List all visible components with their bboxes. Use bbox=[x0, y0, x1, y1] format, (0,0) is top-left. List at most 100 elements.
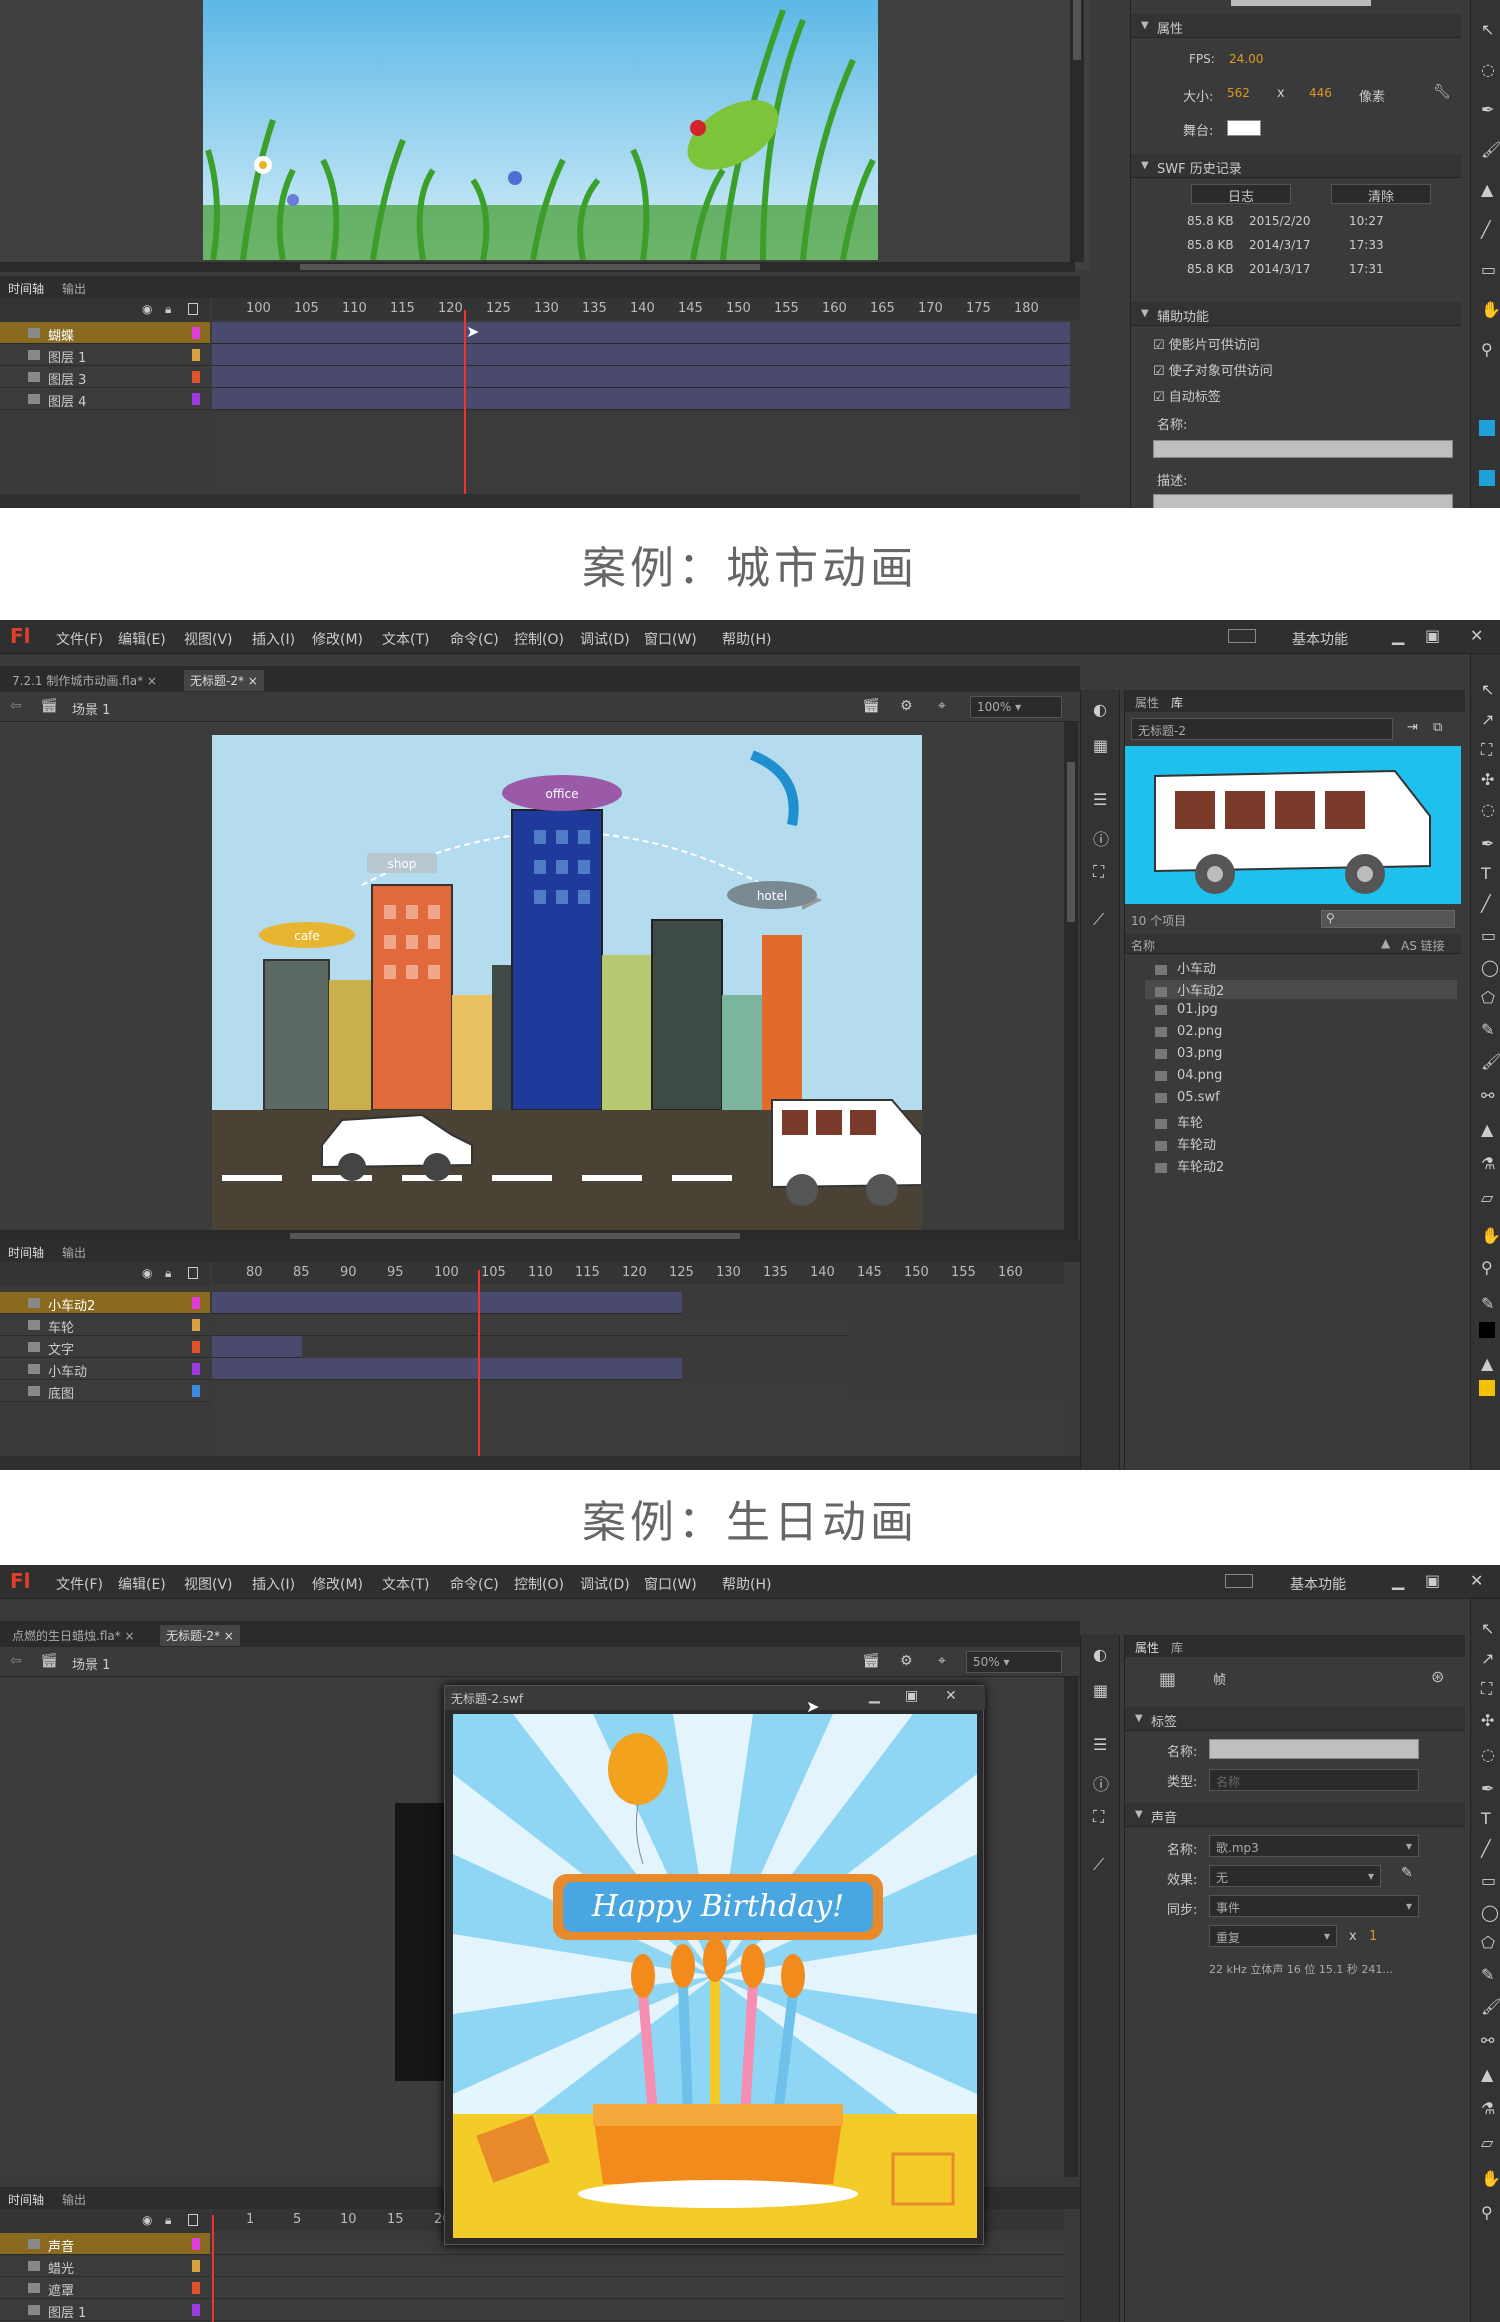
pen-icon[interactable]: ✒ bbox=[1481, 834, 1494, 853]
outline-icon[interactable] bbox=[188, 303, 198, 315]
stage-v-scrollbar[interactable] bbox=[1064, 1677, 1078, 2177]
polystar-icon[interactable]: ⬠ bbox=[1481, 988, 1495, 1007]
3d-rotation-icon[interactable]: ✣ bbox=[1481, 1711, 1494, 1730]
eye-icon[interactable]: ◉ bbox=[142, 1266, 152, 1280]
swf-maximize-button[interactable]: ▣ bbox=[905, 1688, 918, 1704]
layer-color-swatch[interactable] bbox=[192, 1319, 200, 1331]
brush-icon[interactable]: 🖌︎ bbox=[1481, 1997, 1500, 2016]
timeline-layer[interactable]: 声音 bbox=[0, 2233, 210, 2255]
acc-name-input[interactable] bbox=[1153, 440, 1453, 458]
edit-symbol-icon[interactable]: ⚙ bbox=[900, 1653, 913, 1669]
rectangle-icon[interactable]: ▭ bbox=[1481, 1871, 1496, 1890]
paint-bucket-icon[interactable]: ▲ bbox=[1481, 2065, 1493, 2084]
col-linkage-header[interactable]: AS 链接 bbox=[1401, 937, 1445, 954]
menu-item[interactable]: 调试(D) bbox=[580, 629, 630, 649]
menu-item[interactable]: 控制(O) bbox=[514, 629, 564, 649]
swf-preview-window[interactable]: 无标题-2.swf ▁ ▣ ✕ Happy Birthday! bbox=[444, 1685, 985, 2245]
bucket-icon[interactable]: ▲ bbox=[1481, 180, 1493, 199]
lasso-icon[interactable]: ◌ bbox=[1481, 60, 1495, 79]
line-icon[interactable]: ╱ bbox=[1481, 1839, 1491, 1858]
eyedropper-icon[interactable]: ⚗ bbox=[1481, 1154, 1495, 1173]
timeline-layer[interactable]: 图层 4 bbox=[0, 388, 210, 410]
tab-library[interactable]: 库 bbox=[1171, 694, 1183, 711]
layer-color-swatch[interactable] bbox=[192, 1363, 200, 1375]
menu-item[interactable]: 视图(V) bbox=[184, 1574, 233, 1594]
library-item[interactable]: 小车动2 bbox=[1145, 980, 1457, 999]
layer-frames[interactable] bbox=[212, 388, 1070, 410]
repeat-select[interactable]: 重复 ▾ bbox=[1209, 1925, 1337, 1947]
pointer-icon[interactable]: ↖ bbox=[1481, 20, 1494, 39]
edit-scene-icon[interactable]: 🎬︎ bbox=[862, 1653, 880, 1669]
menu-item[interactable]: 编辑(E) bbox=[118, 1574, 166, 1594]
subselection-icon[interactable]: ↗ bbox=[1481, 710, 1494, 729]
library-item[interactable]: 车轮动 bbox=[1155, 1134, 1216, 1153]
minimize-button[interactable]: ▁ bbox=[1392, 626, 1404, 645]
layer-frames[interactable] bbox=[212, 2255, 1064, 2277]
free-transform-icon[interactable]: ⛶ bbox=[1481, 740, 1492, 760]
text-icon[interactable]: T bbox=[1481, 1809, 1491, 1828]
timeline-layer[interactable]: 图层 1 bbox=[0, 344, 210, 366]
layer-color-swatch[interactable] bbox=[192, 327, 200, 339]
align-icon[interactable]: ☰ bbox=[1093, 1735, 1107, 1754]
swf-close-button[interactable]: ✕ bbox=[945, 1688, 957, 1704]
selection-icon[interactable]: ↖ bbox=[1481, 1619, 1494, 1638]
library-item[interactable]: 车轮动2 bbox=[1155, 1156, 1224, 1175]
stage-h-scrollbar[interactable] bbox=[0, 262, 1075, 272]
layer-color-swatch[interactable] bbox=[192, 393, 200, 405]
menu-item[interactable]: 帮助(H) bbox=[722, 1574, 771, 1594]
workspace-switcher[interactable]: 基本功能 bbox=[1292, 629, 1348, 649]
paint-bucket-icon[interactable]: ▲ bbox=[1481, 1120, 1493, 1139]
color-panel-icon[interactable]: ◐ bbox=[1093, 700, 1107, 719]
eye-icon[interactable]: ◉ bbox=[142, 2213, 152, 2227]
tab-properties[interactable]: 属性 bbox=[1135, 694, 1159, 711]
repeat-count[interactable]: 1 bbox=[1369, 1929, 1377, 1944]
layer-frames[interactable] bbox=[212, 1336, 302, 1358]
layer-color-swatch[interactable] bbox=[192, 2238, 200, 2250]
menu-item[interactable]: 文本(T) bbox=[382, 1574, 429, 1594]
outline-icon[interactable] bbox=[188, 2214, 198, 2226]
layer-color-swatch[interactable] bbox=[192, 2304, 200, 2316]
sort-asc-icon[interactable]: ▲ bbox=[1381, 936, 1390, 950]
accessibility-section-header[interactable]: ▼ 辅助功能 bbox=[1131, 302, 1461, 326]
tab-timeline[interactable]: 时间轴 bbox=[8, 280, 44, 297]
timeline-layer[interactable]: 车轮 bbox=[0, 1314, 210, 1336]
eye-icon[interactable]: ◉ bbox=[142, 302, 152, 316]
timeline-ruler[interactable]: 80 85 90 95 100 105 110 115 120 125 130 135 140 145 15… bbox=[212, 1262, 1064, 1284]
layer-color-swatch[interactable] bbox=[192, 1341, 200, 1353]
wrench-icon[interactable]: 🔧︎ bbox=[1433, 84, 1451, 100]
menu-item[interactable]: 插入(I) bbox=[252, 1574, 295, 1594]
bone-icon[interactable]: ⚯ bbox=[1481, 2031, 1494, 2050]
playhead[interactable] bbox=[478, 1270, 480, 1456]
stroke-pencil-icon[interactable]: ✎ bbox=[1481, 1294, 1494, 1313]
lasso-icon[interactable]: ◌ bbox=[1481, 800, 1495, 819]
library-item[interactable]: 车轮 bbox=[1155, 1112, 1203, 1131]
library-search-input[interactable]: ⚲ bbox=[1321, 910, 1455, 928]
timeline-layer[interactable]: 文字 bbox=[0, 1336, 210, 1358]
properties-section-header[interactable]: ▼ 属性 bbox=[1131, 14, 1461, 38]
library-item[interactable]: 05.swf bbox=[1155, 1090, 1220, 1105]
fill-color-swatch[interactable] bbox=[1479, 470, 1495, 486]
motion-icon[interactable]: ⟋ bbox=[1093, 1855, 1104, 1875]
close-button[interactable]: ✕ bbox=[1470, 626, 1483, 645]
layer-frames[interactable] bbox=[212, 2277, 1064, 2299]
layer-frames[interactable] bbox=[212, 1292, 682, 1314]
menu-item[interactable]: 命令(C) bbox=[450, 629, 499, 649]
library-doc-select[interactable]: 无标题-2 bbox=[1131, 718, 1393, 740]
stage-v-scrollbar[interactable] bbox=[1064, 722, 1078, 1242]
doc-tab-birthday[interactable]: 点燃的生日蜡烛.fla* × bbox=[6, 1625, 141, 1646]
polystar-icon[interactable]: ⬠ bbox=[1481, 1933, 1495, 1952]
swf-window-titlebar[interactable]: 无标题-2.swf ▁ ▣ ✕ bbox=[445, 1686, 985, 1710]
line-icon[interactable]: ╱ bbox=[1481, 894, 1491, 913]
acc-desc-input[interactable] bbox=[1153, 494, 1453, 508]
stage-color-swatch[interactable] bbox=[1227, 120, 1261, 136]
layer-color-swatch[interactable] bbox=[192, 349, 200, 361]
free-transform-icon[interactable]: ⛶ bbox=[1481, 1679, 1492, 1699]
layer-color-swatch[interactable] bbox=[192, 2260, 200, 2272]
timeline-layer[interactable]: 小车动 bbox=[0, 1358, 210, 1380]
library-item[interactable]: 02.png bbox=[1155, 1024, 1222, 1039]
layer-frames[interactable] bbox=[212, 2299, 1064, 2321]
menu-item[interactable]: 修改(M) bbox=[312, 629, 363, 649]
accessibility-checkbox[interactable]: ☑ 自动标签 bbox=[1153, 386, 1221, 405]
tab-library[interactable]: 库 bbox=[1171, 1639, 1183, 1656]
workspace-switcher[interactable]: 基本功能 bbox=[1290, 1574, 1346, 1594]
